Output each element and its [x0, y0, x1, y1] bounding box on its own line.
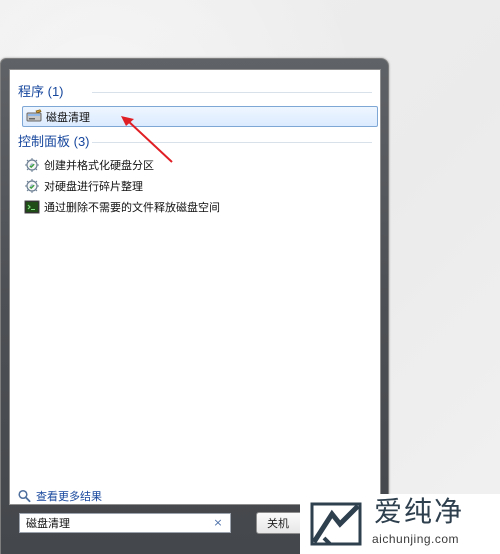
control-panel-result-defragment[interactable]: 对硬盘进行碎片整理: [24, 177, 143, 195]
control-panel-heading: 控制面板 (3): [18, 134, 90, 149]
terminal-icon: [24, 199, 40, 215]
watermark: 爱纯净 aichunjing.com: [300, 494, 500, 554]
search-results-pane: 程序 (1) 磁盘清理 控制面板 (3) 创建并格式化硬盘分区 对硬盘进行碎片整…: [9, 69, 381, 505]
see-more-results-link[interactable]: 查看更多结果: [16, 488, 102, 504]
watermark-title: 爱纯净: [374, 495, 465, 528]
control-panel-result-label: 通过删除不需要的文件释放磁盘空间: [44, 201, 220, 214]
disk-cleanup-icon: [26, 108, 42, 125]
programs-divider: [92, 92, 372, 93]
search-icon: [16, 488, 32, 504]
start-menu: 程序 (1) 磁盘清理 控制面板 (3) 创建并格式化硬盘分区 对硬盘进行碎片整…: [0, 58, 389, 554]
watermark-url: aichunjing.com: [372, 532, 460, 546]
screenshot-stage: 程序 (1) 磁盘清理 控制面板 (3) 创建并格式化硬盘分区 对硬盘进行碎片整…: [0, 0, 500, 554]
gear-icon: [24, 178, 40, 194]
see-more-results-label: 查看更多结果: [36, 490, 102, 503]
program-result-disk-cleanup[interactable]: 磁盘清理: [22, 106, 378, 127]
logo-icon: [310, 502, 362, 546]
annotation-arrow: [121, 116, 173, 163]
gear-icon: [24, 157, 40, 173]
clear-search-button[interactable]: ×: [212, 517, 224, 529]
control-panel-result-free-space[interactable]: 通过删除不需要的文件释放磁盘空间: [24, 198, 220, 216]
programs-heading: 程序 (1): [18, 84, 64, 99]
control-panel-result-label: 对硬盘进行碎片整理: [44, 180, 143, 193]
search-box[interactable]: ×: [19, 513, 231, 533]
program-result-label: 磁盘清理: [46, 110, 90, 124]
search-input[interactable]: [26, 516, 212, 530]
